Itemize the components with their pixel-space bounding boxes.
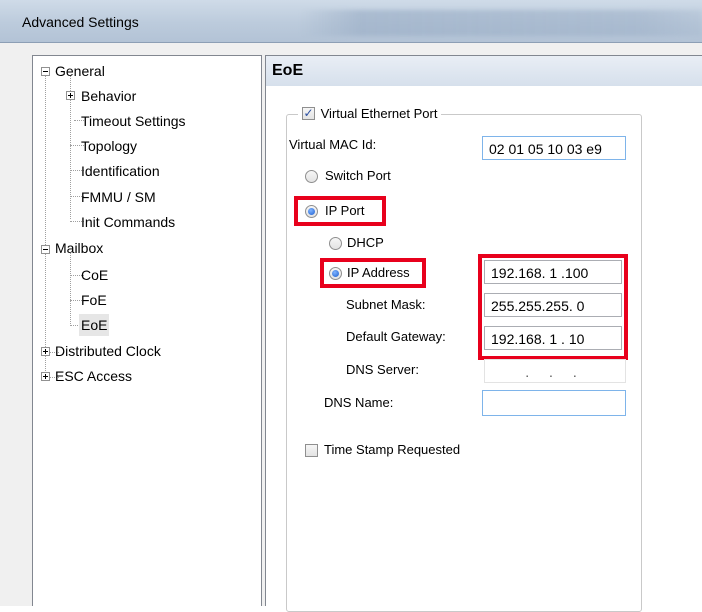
virtual-ethernet-legend: ✓ Virtual Ethernet Port bbox=[298, 104, 442, 124]
dhcp-radio[interactable] bbox=[329, 237, 342, 250]
tree-item-topology[interactable]: Topology bbox=[79, 135, 139, 157]
tree-item-distributed-clock[interactable]: Distributed Clock bbox=[53, 340, 163, 362]
collapse-icon[interactable] bbox=[41, 67, 50, 76]
tree-item-mailbox[interactable]: Mailbox bbox=[53, 237, 105, 259]
tree-item-general[interactable]: General bbox=[53, 60, 107, 82]
time-stamp-label: Time Stamp Requested bbox=[324, 442, 461, 457]
tree-item-foe[interactable]: FoE bbox=[79, 289, 109, 311]
virtual-ethernet-checkbox[interactable]: ✓ bbox=[302, 107, 315, 121]
ip-port-label: IP Port bbox=[325, 203, 365, 218]
expand-icon[interactable] bbox=[41, 347, 50, 356]
settings-tree[interactable]: General Behavior Timeout Settings Topolo… bbox=[32, 55, 262, 606]
ip-address-field[interactable]: 192.168. 1 .100 bbox=[484, 260, 622, 284]
tree-item-fmmu-sm[interactable]: FMMU / SM bbox=[79, 186, 158, 208]
ip-address-radio[interactable] bbox=[329, 267, 342, 280]
dns-server-field[interactable]: . . . bbox=[484, 359, 626, 383]
virtual-mac-field[interactable]: 02 01 05 10 03 e9 bbox=[482, 136, 626, 160]
collapse-icon[interactable] bbox=[41, 245, 50, 254]
subnet-mask-label: Subnet Mask: bbox=[346, 297, 426, 312]
dhcp-label: DHCP bbox=[347, 235, 384, 250]
default-gateway-label: Default Gateway: bbox=[346, 329, 446, 344]
panel-header: EoE bbox=[266, 56, 702, 86]
tree-item-esc-access[interactable]: ESC Access bbox=[53, 365, 134, 387]
subnet-mask-field[interactable]: 255.255.255. 0 bbox=[484, 293, 622, 317]
window-title: Advanced Settings bbox=[22, 14, 139, 30]
tree-item-init-commands[interactable]: Init Commands bbox=[79, 211, 177, 233]
tree-item-timeout-settings[interactable]: Timeout Settings bbox=[79, 110, 188, 132]
dns-server-label: DNS Server: bbox=[346, 362, 419, 377]
ip-port-radio[interactable] bbox=[305, 205, 318, 218]
tree-connector bbox=[45, 75, 46, 381]
expand-icon[interactable] bbox=[66, 91, 75, 100]
tree-item-eoe[interactable]: EoE bbox=[79, 314, 110, 336]
default-gateway-field[interactable]: 192.168. 1 . 10 bbox=[484, 326, 622, 350]
eoe-settings-panel: EoE ✓ Virtual Ethernet Port Virtual MAC … bbox=[265, 55, 702, 612]
dns-name-field[interactable] bbox=[482, 390, 626, 416]
virtual-ethernet-label: Virtual Ethernet Port bbox=[320, 106, 438, 121]
tree-item-identification[interactable]: Identification bbox=[79, 160, 162, 182]
time-stamp-checkbox[interactable] bbox=[305, 444, 318, 457]
tree-item-coe[interactable]: CoE bbox=[79, 264, 110, 286]
dns-name-label: DNS Name: bbox=[324, 395, 394, 410]
tree-connector bbox=[70, 253, 71, 324]
switch-port-radio[interactable] bbox=[305, 170, 318, 183]
virtual-mac-label: Virtual MAC Id: bbox=[289, 137, 377, 152]
blurred-background-tabs bbox=[300, 10, 702, 36]
panel-title: EoE bbox=[272, 62, 304, 79]
window-title-bar: Advanced Settings bbox=[0, 0, 702, 43]
switch-port-label: Switch Port bbox=[325, 168, 391, 183]
ip-address-label: IP Address bbox=[347, 265, 410, 280]
tree-item-behavior[interactable]: Behavior bbox=[79, 85, 138, 107]
expand-icon[interactable] bbox=[41, 372, 50, 381]
